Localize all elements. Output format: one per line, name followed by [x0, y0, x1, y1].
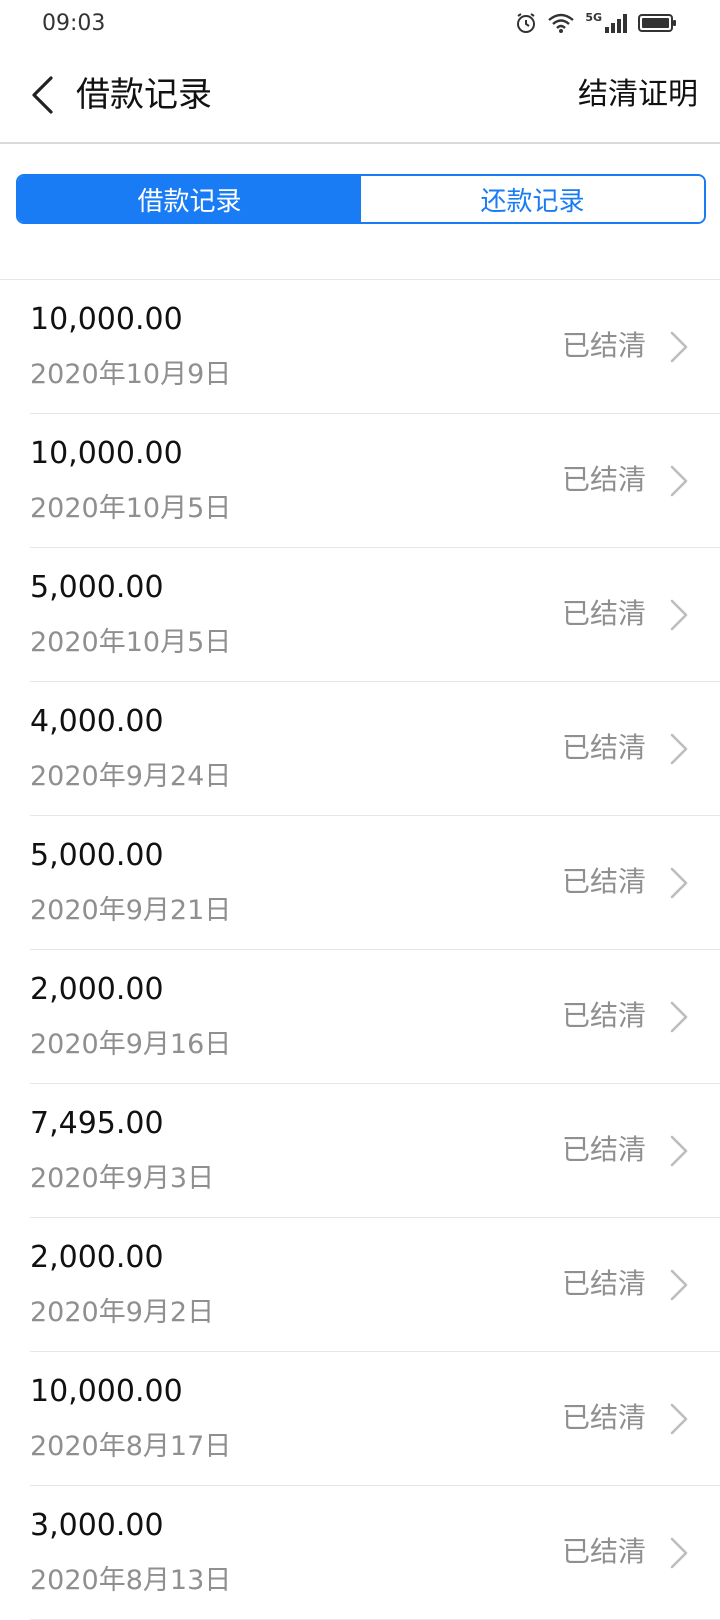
chevron-right-icon [670, 733, 688, 765]
loan-amount: 5,000.00 [30, 838, 164, 873]
list-item[interactable]: 5,000.00 2020年9月21日 已结清 [30, 816, 720, 950]
status-badge: 已结清 [561, 463, 646, 496]
network-label: 5G [585, 10, 602, 24]
status-badge: 已结清 [561, 865, 646, 898]
loan-amount: 10,000.00 [30, 302, 183, 337]
loan-amount: 7,495.00 [30, 1106, 164, 1141]
status-time: 09:03 [42, 10, 106, 36]
loan-amount: 5,000.00 [30, 570, 164, 605]
loan-amount: 2,000.00 [30, 1240, 164, 1275]
tab-repayment-records[interactable]: 还款记录 [361, 176, 704, 222]
loan-record-list: 10,000.00 2020年10月9日 已结清 10,000.00 2020年10月5… [0, 279, 720, 1620]
loan-date: 2020年9月2日 [30, 1297, 215, 1328]
status-bar: 09:03 5G [0, 0, 720, 46]
nav-bar: 借款记录 结清证明 [0, 46, 720, 144]
loan-date: 2020年10月5日 [30, 493, 232, 524]
loan-date: 2020年9月3日 [30, 1163, 215, 1194]
list-item[interactable]: 3,000.00 2020年8月13日 已结清 [30, 1486, 720, 1620]
chevron-right-icon [670, 1135, 688, 1167]
list-item[interactable]: 7,495.00 2020年9月3日 已结清 [30, 1084, 720, 1218]
status-badge: 已结清 [561, 1535, 646, 1568]
status-badge: 已结清 [561, 329, 646, 362]
list-item[interactable]: 4,000.00 2020年9月24日 已结清 [30, 682, 720, 816]
loan-date: 2020年9月24日 [30, 761, 232, 792]
status-badge: 已结清 [561, 1401, 646, 1434]
loan-date: 2020年10月9日 [30, 359, 232, 390]
status-icons: 5G [515, 10, 678, 34]
status-badge: 已结清 [561, 999, 646, 1032]
list-item[interactable]: 10,000.00 2020年8月17日 已结清 [30, 1352, 720, 1486]
wifi-icon [548, 13, 575, 33]
tab-borrow-records[interactable]: 借款记录 [18, 176, 361, 222]
loan-date: 2020年9月16日 [30, 1029, 232, 1060]
page-title: 借款记录 [76, 75, 212, 115]
status-badge: 已结清 [561, 1133, 646, 1166]
settlement-certificate-link[interactable]: 结清证明 [578, 74, 698, 116]
loan-date: 2020年10月5日 [30, 627, 232, 658]
battery-icon [638, 14, 676, 32]
loan-amount: 2,000.00 [30, 972, 164, 1007]
loan-date: 2020年9月21日 [30, 895, 232, 926]
chevron-right-icon [670, 1403, 688, 1435]
chevron-right-icon [670, 331, 688, 363]
list-item[interactable]: 10,000.00 2020年10月9日 已结清 [30, 280, 720, 414]
chevron-right-icon [670, 867, 688, 899]
loan-date: 2020年8月13日 [30, 1565, 232, 1596]
list-item[interactable]: 2,000.00 2020年9月16日 已结清 [30, 950, 720, 1084]
status-badge: 已结清 [561, 597, 646, 630]
loan-amount: 10,000.00 [30, 1374, 183, 1409]
list-item[interactable]: 5,000.00 2020年10月5日 已结清 [30, 548, 720, 682]
record-type-tabs: 借款记录 还款记录 [16, 174, 706, 224]
chevron-left-icon [32, 76, 53, 114]
chevron-right-icon [670, 1269, 688, 1301]
loan-date: 2020年8月17日 [30, 1431, 232, 1462]
chevron-right-icon [670, 599, 688, 631]
chevron-right-icon [670, 1537, 688, 1569]
signal-icon [605, 14, 627, 33]
loan-amount: 4,000.00 [30, 704, 164, 739]
status-badge: 已结清 [561, 731, 646, 764]
chevron-right-icon [670, 465, 688, 497]
loan-amount: 3,000.00 [30, 1508, 164, 1543]
status-badge: 已结清 [561, 1267, 646, 1300]
chevron-right-icon [670, 1001, 688, 1033]
list-item[interactable]: 2,000.00 2020年9月2日 已结清 [30, 1218, 720, 1352]
list-item[interactable]: 10,000.00 2020年10月5日 已结清 [30, 414, 720, 548]
back-button[interactable] [22, 72, 62, 118]
loan-amount: 10,000.00 [30, 436, 183, 471]
alarm-icon [517, 13, 536, 33]
